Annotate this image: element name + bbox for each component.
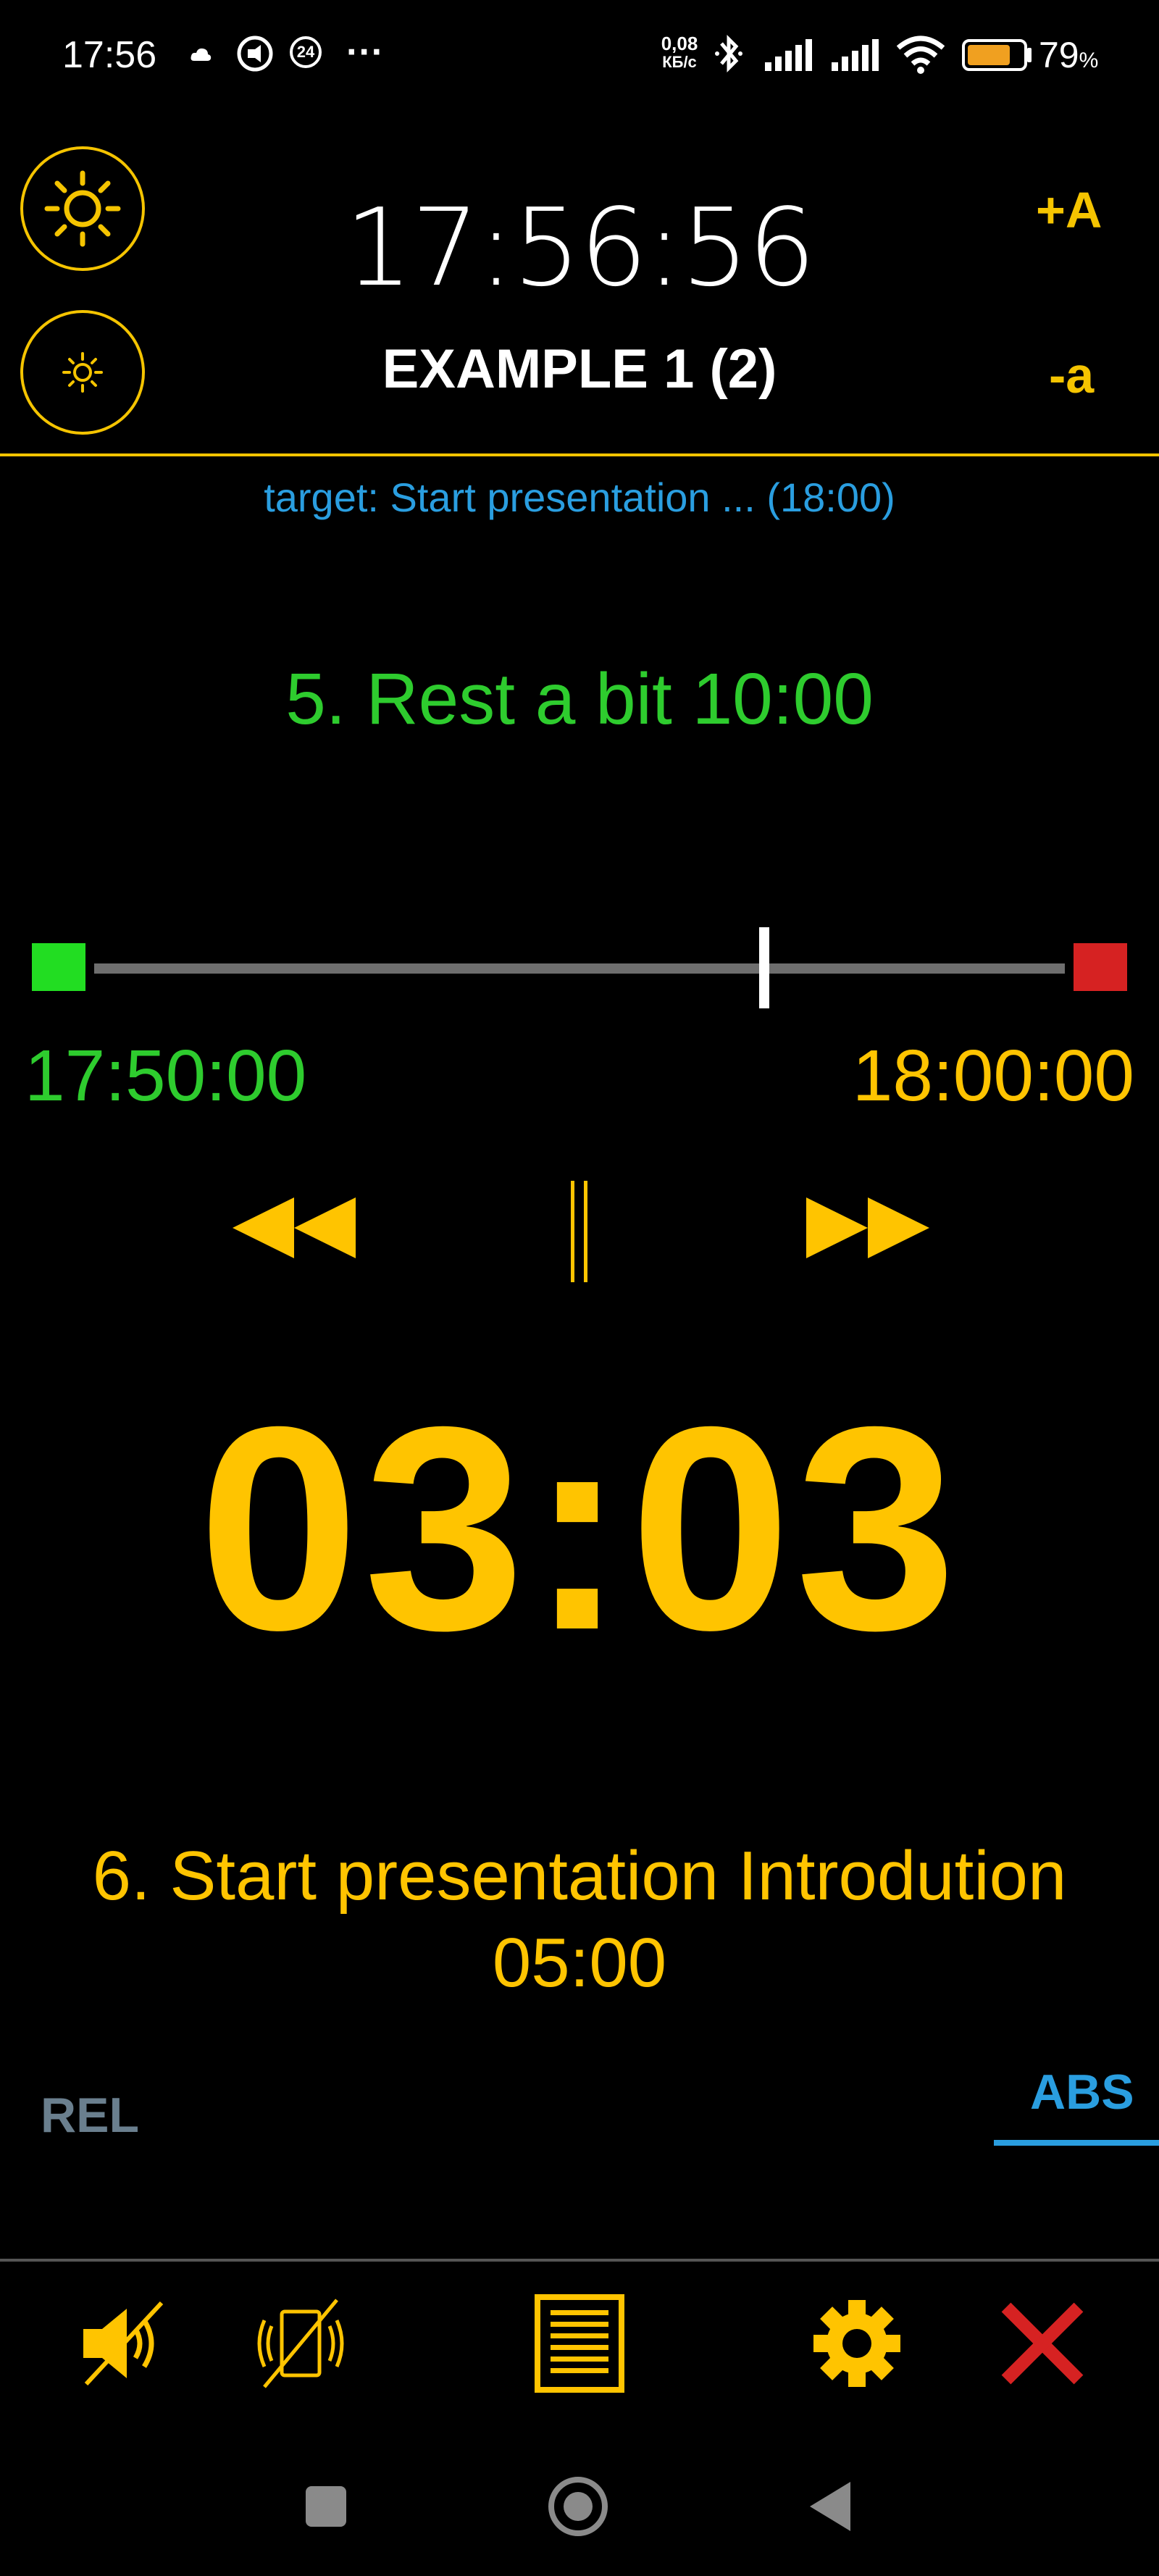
tab-rel[interactable]: REL	[41, 2086, 139, 2144]
close-icon	[1001, 2302, 1084, 2385]
target-label: target: Start presentation ... (18:00)	[264, 474, 895, 520]
battery-icon	[962, 39, 1027, 71]
status-time: 17:56	[62, 34, 157, 76]
progress-end-marker	[1074, 943, 1127, 991]
current-item: 5. Rest a bit 10:00	[285, 658, 874, 740]
settings-button[interactable]	[795, 2282, 919, 2405]
fast-forward-icon	[806, 1197, 929, 1258]
font-increase-button[interactable]: +A	[1036, 181, 1102, 239]
close-button[interactable]	[981, 2282, 1104, 2405]
tab-abs[interactable]: ABS	[1030, 2063, 1134, 2121]
speaker-muted-icon	[83, 2301, 164, 2386]
nav-back-button[interactable]	[787, 2463, 874, 2550]
wifi-icon	[896, 35, 945, 74]
notification-badge: 24	[290, 36, 322, 68]
pause-button[interactable]	[551, 1181, 608, 1282]
active-tab-indicator	[994, 2140, 1159, 2146]
font-decrease-button[interactable]: -a	[1049, 346, 1094, 404]
list-icon	[535, 2294, 624, 2393]
whatsapp-icon	[237, 35, 273, 72]
toolbar-divider	[0, 2259, 1159, 2262]
net-speed: 0,08 КБ/с	[658, 33, 701, 71]
nav-home-button[interactable]	[535, 2463, 622, 2550]
current-clock: 17:56:56	[344, 185, 816, 310]
cloud-icon	[191, 48, 212, 61]
net-speed-value: 0,08	[661, 33, 698, 54]
next-item: 6. Start presentation Introdution 05:00	[92, 1837, 1067, 2002]
sound-toggle-button[interactable]	[58, 2282, 181, 2405]
battery-level: 79%	[1039, 35, 1099, 75]
fast-forward-button[interactable]	[804, 1188, 932, 1268]
header-divider	[0, 453, 1159, 456]
badge-count: 24	[296, 43, 315, 61]
recents-square-icon	[306, 2486, 346, 2527]
list-button[interactable]	[518, 2282, 641, 2405]
progress-start-marker	[32, 943, 85, 991]
more-icon: ···	[346, 31, 384, 73]
signal-icon	[765, 39, 812, 71]
countdown-timer: 03:03	[198, 1366, 961, 1690]
rewind-button[interactable]	[230, 1188, 358, 1268]
back-triangle-icon	[810, 2482, 850, 2531]
pause-icon	[571, 1181, 587, 1282]
settings-gear-icon	[813, 2300, 900, 2387]
rewind-icon	[233, 1197, 356, 1258]
home-circle-icon	[548, 2477, 608, 2536]
bluetooth-icon	[715, 34, 742, 73]
start-time: 17:50:00	[25, 1035, 307, 1116]
vibration-toggle-button[interactable]	[239, 2282, 362, 2405]
net-speed-unit: КБ/с	[662, 53, 697, 71]
end-time: 18:00:00	[852, 1035, 1134, 1116]
vibration-off-icon	[257, 2299, 344, 2388]
progress-thumb[interactable]	[758, 927, 769, 1008]
nav-recents-button[interactable]	[283, 2463, 369, 2550]
page-title: EXAMPLE 1 (2)	[382, 338, 777, 400]
progress-track[interactable]	[94, 963, 1065, 974]
signal-icon	[832, 39, 879, 71]
